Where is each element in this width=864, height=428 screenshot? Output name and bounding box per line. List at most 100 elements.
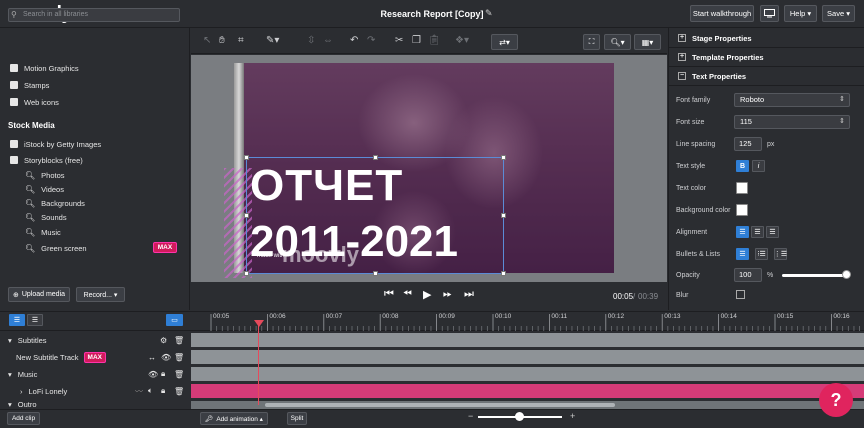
playhead-handle[interactable] (254, 320, 264, 327)
rewind-icon[interactable]: ⏪︎ (403, 288, 412, 301)
distribute-horizontal-icon[interactable]: ⇔ (323, 35, 333, 46)
trash-icon[interactable]: 🗑︎ (174, 387, 184, 396)
distribute-vertical-icon[interactable]: ⇳ (307, 35, 315, 46)
add-clip-button[interactable]: Add clip (7, 412, 40, 425)
storyblocks-sounds[interactable]: 🔍︎ Sounds (25, 211, 67, 223)
opacity-slider-handle[interactable] (842, 270, 851, 279)
resize-handle[interactable] (373, 271, 378, 276)
crop-icon[interactable]: ⌗ (238, 35, 244, 46)
copy-icon[interactable]: ❐ (412, 35, 421, 46)
skip-start-icon[interactable]: ⏮︎ (384, 288, 394, 301)
resize-handle[interactable] (501, 271, 506, 276)
resize-handle[interactable] (373, 155, 378, 160)
storyblocks-photos[interactable]: 🔍︎ Photos (25, 169, 65, 181)
record-button[interactable]: Record... ▾ (76, 287, 125, 302)
track-lofi-lonely[interactable]: › LoFi Lonely 〰 🔈︎ 🔒︎ 🗑︎ (0, 383, 191, 399)
bullet-list-button[interactable]: ⁝☰ (755, 248, 768, 260)
fast-forward-icon[interactable]: ⏩︎ (443, 288, 452, 301)
volume-icon[interactable]: 🔈︎ (148, 386, 153, 396)
opacity-input[interactable]: 100 (734, 268, 762, 282)
storyblocks-music[interactable]: 🔍︎ Music (25, 226, 61, 238)
select-arrow-icon[interactable]: ↖ (203, 35, 211, 46)
zoom-icon[interactable]: 🔍︎▾ (604, 34, 631, 50)
font-family-select[interactable]: Roboto ⇕ (734, 93, 850, 107)
track-subtitles[interactable]: ▾ Subtitles ⚙ 🗑︎ (0, 332, 191, 348)
library-item-web-icons[interactable]: Web icons (10, 96, 59, 108)
background-color-swatch[interactable] (736, 204, 748, 216)
track-music[interactable]: ▾ Music 👁︎ 🔒︎ 🗑︎ (0, 366, 191, 382)
align-right-button[interactable]: ☰ (766, 226, 779, 238)
zoom-out-icon[interactable]: − (468, 411, 473, 421)
track-outro[interactable]: ▾ Outro (0, 400, 191, 409)
paste-icon[interactable]: 📋︎ (428, 35, 441, 46)
trash-icon[interactable]: 🗑︎ (174, 370, 184, 379)
add-animation-button[interactable]: 🔑︎ Add animation ▴ (200, 412, 268, 425)
italic-button[interactable]: i (752, 160, 765, 172)
grid-icon[interactable]: ▦▾ (634, 34, 661, 50)
hand-icon[interactable]: ✋︎ (219, 35, 225, 46)
resize-handle[interactable] (244, 213, 249, 218)
compact-view-button[interactable]: ☰ (27, 314, 43, 326)
library-item-storyblocks[interactable]: Storyblocks (free) (10, 154, 83, 166)
redo-icon[interactable]: ↷ (367, 35, 375, 46)
monitor-icon[interactable] (760, 5, 779, 22)
resize-handle[interactable] (501, 155, 506, 160)
list-none-button[interactable]: ☰ (736, 248, 749, 260)
trash-icon[interactable]: 🗑︎ (174, 336, 184, 345)
lock-icon[interactable]: 🔒︎ (161, 386, 165, 396)
library-search-input[interactable]: Search in all libraries (8, 8, 180, 22)
resize-handle[interactable] (244, 155, 249, 160)
layers-icon[interactable]: ❖▾ (455, 35, 469, 46)
numbered-list-button[interactable]: ⋮☰ (774, 248, 787, 260)
timeline-scrollbar[interactable] (265, 403, 615, 407)
line-spacing-input[interactable]: 125 (734, 137, 762, 151)
play-icon[interactable]: ▶ (423, 288, 431, 301)
timeline-zoom-handle[interactable] (515, 412, 524, 421)
template-properties-header[interactable]: + Template Properties (668, 48, 864, 67)
lock-icon[interactable]: 🔒︎ (161, 369, 165, 379)
storyblocks-backgrounds[interactable]: 🔍︎ Backgrounds (25, 197, 85, 209)
chevron-down-icon[interactable]: ▾ (8, 400, 12, 409)
help-chat-button[interactable]: ? (819, 383, 853, 417)
help-menu-button[interactable]: Help ▾ (784, 5, 817, 22)
swap-media-icon[interactable]: ⇄▾ (491, 34, 518, 50)
library-item-motion-graphics[interactable]: Motion Graphics (10, 62, 79, 74)
resize-handle[interactable] (501, 213, 506, 218)
music-track-bar[interactable] (191, 367, 864, 381)
opacity-slider-track[interactable] (782, 274, 848, 277)
font-size-select[interactable]: 115 ⇕ (734, 115, 850, 129)
trash-icon[interactable]: 🗑︎ (174, 353, 184, 362)
fit-timeline-button[interactable]: ▭ (166, 314, 183, 326)
skip-end-icon[interactable]: ⏭︎ (464, 288, 474, 301)
subtitles-track-bar[interactable] (191, 333, 864, 347)
eye-icon[interactable]: 👁︎ (161, 353, 171, 362)
undo-icon[interactable]: ↶ (350, 35, 358, 46)
new-subtitle-track-bar[interactable] (191, 350, 864, 364)
playhead-line[interactable] (258, 322, 259, 405)
selection-box[interactable] (246, 157, 504, 274)
fit-to-screen-icon[interactable]: ⛶ (583, 34, 600, 50)
stage-properties-header[interactable]: + Stage Properties (668, 29, 864, 48)
library-item-stamps[interactable]: Stamps (10, 79, 49, 91)
lofi-audio-clip[interactable] (191, 384, 864, 398)
eye-icon[interactable]: 👁︎ (148, 370, 158, 379)
save-menu-button[interactable]: Save ▾ (822, 5, 855, 22)
align-left-button[interactable]: ☰ (736, 226, 749, 238)
timeline-ruler[interactable] (191, 311, 864, 331)
gear-icon[interactable]: ⚙ (160, 336, 167, 345)
list-view-button[interactable]: ☰ (9, 314, 25, 326)
storyblocks-videos[interactable]: 🔍︎ Videos (25, 183, 64, 195)
pencil-icon[interactable]: ✎ (485, 8, 493, 19)
draw-path-icon[interactable]: ✎▾ (266, 35, 279, 46)
text-color-swatch[interactable] (736, 182, 748, 194)
resize-handle[interactable] (244, 271, 249, 276)
library-item-istock[interactable]: iStock by Getty Images (10, 138, 101, 150)
chevron-right-icon[interactable]: › (20, 387, 23, 396)
bold-button[interactable]: B (736, 160, 749, 172)
zoom-in-icon[interactable]: + (570, 411, 575, 421)
resize-horizontal-icon[interactable]: ↔ (148, 353, 156, 362)
align-center-button[interactable]: ☰ (751, 226, 764, 238)
track-new-subtitle[interactable]: New Subtitle Track MAX ↔ 👁︎ 🗑︎ (0, 349, 191, 365)
storyblocks-green-screen[interactable]: 🔍︎ Green screen (25, 242, 87, 254)
cut-icon[interactable]: ✂ (395, 35, 403, 46)
